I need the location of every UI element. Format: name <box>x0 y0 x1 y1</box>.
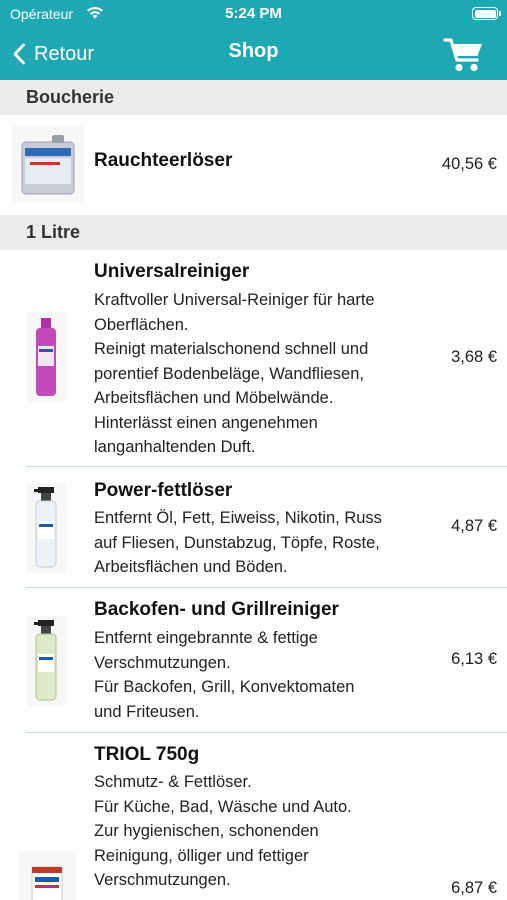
description-line: Reinigt materialschonend schnell und <box>94 340 369 358</box>
bottle-icon <box>36 318 56 396</box>
description-line: Reinigung, ölliger und fettiger <box>94 846 309 865</box>
description-line: Arbeitsflächen und Böden. <box>94 558 288 576</box>
product-row[interactable]: Power-fettlöser Entfernt Öl, Fett, Eiwei… <box>0 467 507 587</box>
container-icon <box>31 866 63 900</box>
status-time: 5:24 PM <box>225 5 282 22</box>
product-row[interactable]: Rauchteerlöser 40,56 € <box>0 115 507 215</box>
navigation-bar: Retour Shop <box>0 28 507 80</box>
description-line: langanhaltenden Duft. <box>94 438 256 456</box>
product-name: Power-fettlöser <box>94 480 233 501</box>
description-line: porentief Bodenbeläge, Wandfliesen, <box>94 364 364 383</box>
description-line: Arbeitsflächen und Möbelwände. <box>94 389 334 407</box>
canister-icon <box>21 135 75 195</box>
battery-icon <box>472 7 501 20</box>
product-name: Backofen- und Grillreiniger <box>94 599 339 620</box>
description-line: Für Backofen, Grill, Konvektomaten <box>94 678 355 696</box>
product-description: Kraftvoller Universal-Reiniger für harte… <box>94 288 430 460</box>
description-line: Schmutz- & Fettlöser. <box>94 773 252 791</box>
product-name: Rauchteerlöser <box>94 150 233 171</box>
back-label: Retour <box>34 42 95 65</box>
product-description: Entfernt eingebrannte & fettige Verschmu… <box>94 626 430 724</box>
product-price: 40,56 € <box>441 155 497 173</box>
product-name: TRIOL 750g <box>94 744 200 765</box>
product-image <box>26 616 66 706</box>
product-row[interactable]: Universalreiniger Kraftvoller Universal-… <box>0 250 507 467</box>
back-button[interactable]: Retour <box>12 38 94 70</box>
product-row[interactable]: TRIOL 750g Schmutz- & Fettlöser. Für Küc… <box>0 733 507 900</box>
cart-icon <box>443 38 482 72</box>
description-line: Entfernt Öl, Fett, Eiweiss, Nikotin, Rus… <box>94 509 382 527</box>
product-price: 6,87 € <box>451 879 497 897</box>
status-bar: Opérateur 5:24 PM <box>0 0 507 28</box>
product-price: 6,13 € <box>451 650 497 668</box>
description-line: Für Küche, Bad, Wäsche und Auto. <box>94 797 352 816</box>
description-line: auf Fliesen, Dunstabzug, Töpfe, Roste, <box>94 533 380 552</box>
description-line: Zur hygienischen, schonenden <box>94 822 319 840</box>
description-line: Kraftvoller Universal-Reiniger für harte <box>94 291 375 309</box>
spray-bottle-icon <box>34 620 57 701</box>
product-image <box>26 312 66 402</box>
chevron-left-icon <box>13 43 25 65</box>
description-line: Verschmutzungen. <box>94 871 231 889</box>
description-line: Verschmutzungen. <box>94 653 231 672</box>
product-image <box>26 483 66 573</box>
product-price: 3,68 € <box>451 348 497 366</box>
description-line: Hinterlässt einen angenehmen <box>94 413 318 432</box>
section-header: Boucherie <box>0 80 507 115</box>
product-image <box>18 851 76 900</box>
spray-bottle-icon <box>34 487 57 568</box>
description-line: und Friteusen. <box>94 702 200 721</box>
cart-button[interactable] <box>442 34 486 74</box>
description-line: Oberflächen. <box>94 315 189 334</box>
product-price: 4,87 € <box>451 517 497 535</box>
description-line: Entfernt eingebrannte & fettige <box>94 629 318 647</box>
product-name: Universalreiniger <box>94 261 250 282</box>
product-image <box>12 126 84 202</box>
product-description: Entfernt Öl, Fett, Eiweiss, Nikotin, Rus… <box>94 506 430 580</box>
product-description: Schmutz- & Fettlöser. Für Küche, Bad, Wä… <box>94 770 430 893</box>
section-header: 1 Litre <box>0 215 507 250</box>
product-row[interactable]: Backofen- und Grillreiniger Entfernt ein… <box>0 588 507 732</box>
